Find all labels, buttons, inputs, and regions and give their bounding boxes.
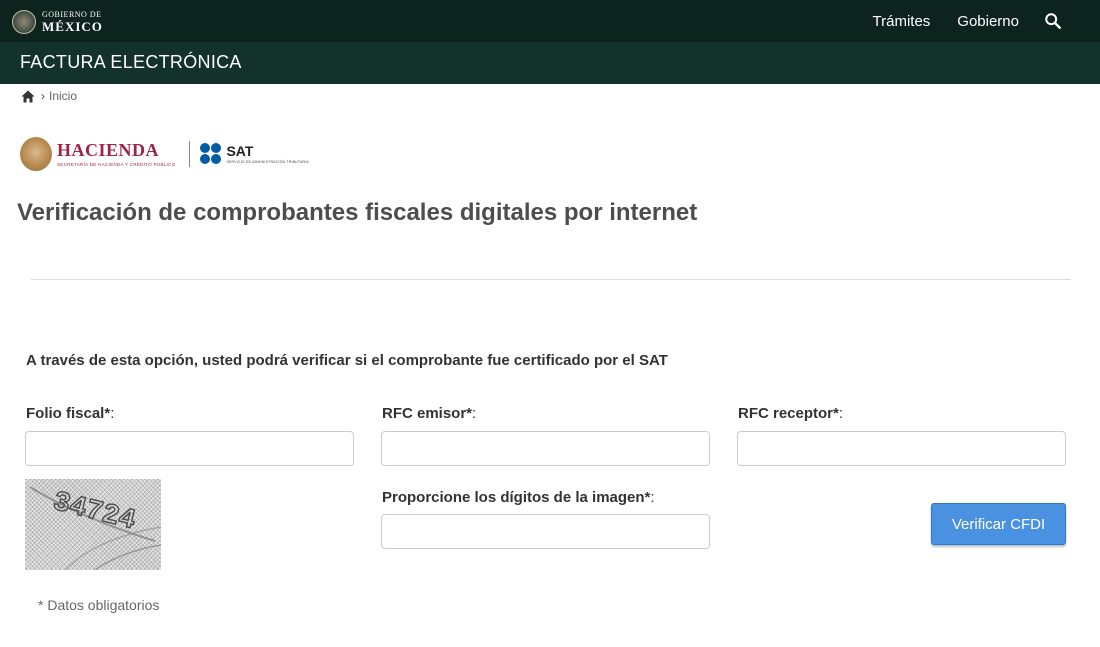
required-fields-note: * Datos obligatorios bbox=[38, 597, 160, 613]
hacienda-logo: HACIENDA SECRETARÍA DE HACIENDA Y CRÉDIT… bbox=[57, 141, 175, 167]
rfc-emisor-input[interactable] bbox=[381, 431, 710, 466]
hacienda-seal-icon bbox=[20, 137, 52, 171]
page-title: Verificación de comprobantes fiscales di… bbox=[17, 199, 698, 226]
captcha-code: 34724 bbox=[50, 487, 139, 537]
search-icon[interactable] bbox=[1044, 12, 1062, 30]
intro-text: A través de esta opción, usted podrá ver… bbox=[26, 352, 668, 369]
gobierno-logo[interactable]: GOBIERNO DE MÉXICO bbox=[12, 8, 103, 36]
sat-mark-icon bbox=[200, 143, 222, 165]
logo-divider bbox=[189, 141, 191, 167]
captcha-noise: 34724 bbox=[29, 486, 161, 570]
verificar-cfdi-button[interactable]: Verificar CFDI bbox=[931, 503, 1066, 545]
rfc-receptor-input[interactable] bbox=[737, 431, 1066, 466]
folio-fiscal-label: Folio fiscal*: bbox=[26, 405, 115, 422]
institution-logos: HACIENDA SECRETARÍA DE HACIENDA Y CRÉDIT… bbox=[20, 135, 309, 173]
national-seal-icon bbox=[12, 10, 36, 34]
rfc-receptor-label: RFC receptor*: bbox=[738, 405, 844, 422]
sat-logo-subtitle: SERVICIO DE ADMINISTRACIÓN TRIBUTARIA bbox=[226, 160, 309, 164]
hacienda-logo-subtitle: SECRETARÍA DE HACIENDA Y CRÉDITO PÚBLICO bbox=[57, 162, 176, 167]
breadcrumb: › Inicio bbox=[21, 88, 77, 104]
gobierno-logo-line1: GOBIERNO DE bbox=[42, 10, 102, 19]
section-divider bbox=[31, 279, 1071, 280]
captcha-image: 34724 bbox=[25, 479, 161, 570]
top-navbar: GOBIERNO DE MÉXICO Trámites Gobierno bbox=[0, 0, 1100, 42]
gobierno-logo-line2: MÉXICO bbox=[42, 19, 103, 34]
captcha-input[interactable] bbox=[381, 514, 710, 549]
captcha-label: Proporcione los dígitos de la imagen*: bbox=[382, 489, 655, 506]
rfc-emisor-label: RFC emisor*: bbox=[382, 405, 477, 422]
home-icon[interactable] bbox=[21, 90, 35, 103]
breadcrumb-inicio-link[interactable]: Inicio bbox=[49, 89, 77, 103]
section-header: FACTURA ELECTRÓNICA bbox=[0, 42, 1100, 84]
breadcrumb-separator: › bbox=[41, 89, 45, 103]
section-title[interactable]: FACTURA ELECTRÓNICA bbox=[20, 52, 242, 73]
sat-logo-name: SAT bbox=[226, 143, 254, 159]
nav-gobierno-link[interactable]: Gobierno bbox=[957, 13, 1019, 30]
sat-logo: SAT SERVICIO DE ADMINISTRACIÓN TRIBUTARI… bbox=[226, 144, 308, 164]
main-nav: Trámites Gobierno bbox=[873, 0, 1100, 42]
nav-tramites-link[interactable]: Trámites bbox=[873, 13, 931, 30]
hacienda-logo-name: HACIENDA bbox=[57, 140, 160, 160]
folio-fiscal-input[interactable] bbox=[25, 431, 354, 466]
